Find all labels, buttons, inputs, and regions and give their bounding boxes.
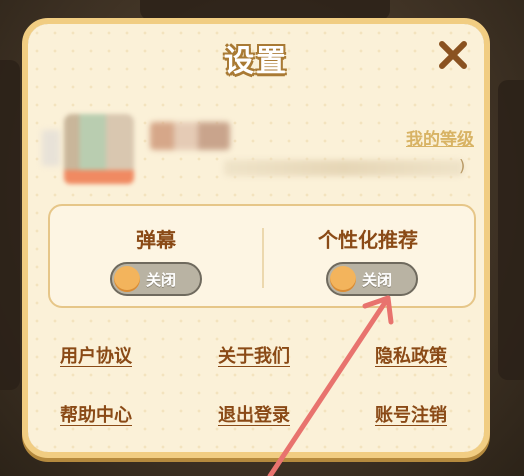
- switch-state-label: 关闭: [362, 271, 393, 289]
- personalized-recommendation-switch[interactable]: 关闭: [326, 262, 418, 296]
- background-frame-right: [498, 80, 524, 380]
- help-center-link[interactable]: 帮助中心: [60, 401, 132, 427]
- settings-dialog: 设置 ) 我的等级 弹幕 关闭 个性化推荐 关闭 用户协议 关于我们 隐私政策 …: [22, 18, 490, 458]
- profile-section: ) 我的等级: [42, 106, 474, 196]
- background-frame: [140, 0, 390, 20]
- danmaku-label: 弹幕: [136, 228, 176, 252]
- logout-link[interactable]: 退出登录: [218, 401, 290, 427]
- my-level-link[interactable]: 我的等级: [406, 125, 474, 150]
- avatar-edge-blur: [42, 130, 60, 166]
- switch-knob: [330, 266, 356, 292]
- about-us-link[interactable]: 关于我们: [218, 342, 290, 368]
- toggle-panel: 弹幕 关闭 个性化推荐 关闭: [48, 204, 476, 308]
- switch-knob: [114, 266, 140, 292]
- background-frame-left: [0, 60, 20, 390]
- personalized-recommendation-label: 个性化推荐: [318, 228, 418, 252]
- dialog-header: 设置: [28, 24, 484, 90]
- uid-redacted: [224, 160, 464, 176]
- close-icon: [439, 41, 467, 69]
- nickname-redacted: [150, 122, 230, 150]
- personalized-recommendation-toggle-group: 个性化推荐 关闭: [262, 206, 474, 306]
- user-agreement-link[interactable]: 用户协议: [60, 342, 132, 368]
- privacy-policy-link[interactable]: 隐私政策: [375, 342, 447, 368]
- uid-suffix: ): [459, 156, 466, 175]
- danmaku-switch[interactable]: 关闭: [110, 262, 202, 296]
- delete-account-link[interactable]: 账号注销: [375, 401, 447, 427]
- danmaku-toggle-group: 弹幕 关闭: [50, 206, 262, 306]
- dialog-title: 设置: [224, 44, 288, 79]
- close-button[interactable]: [436, 38, 470, 72]
- switch-state-label: 关闭: [146, 271, 177, 289]
- avatar[interactable]: [64, 114, 134, 184]
